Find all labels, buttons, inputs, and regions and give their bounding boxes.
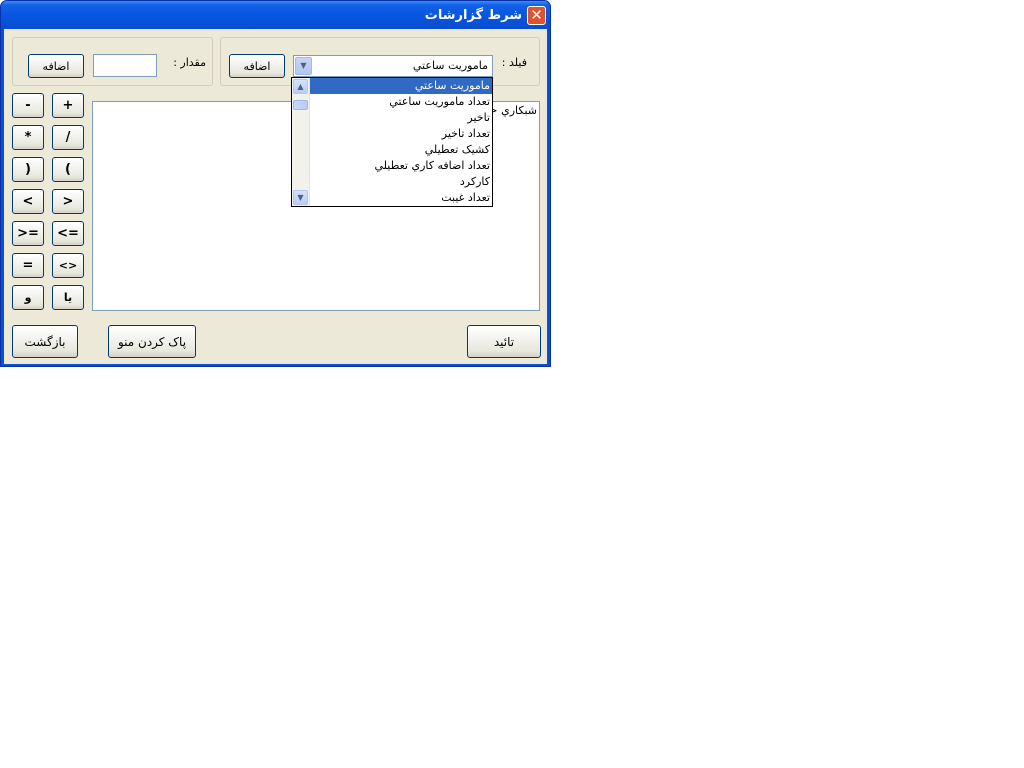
confirm-button[interactable]: تائيد bbox=[467, 325, 541, 358]
dropdown-scrollbar[interactable]: ▲ ▼ bbox=[292, 78, 310, 206]
dropdown-item[interactable]: تعداد غيبت bbox=[310, 190, 492, 206]
scroll-thumb[interactable] bbox=[293, 100, 308, 110]
field-combo-value: ماموريت ساعتي bbox=[412, 59, 488, 72]
equal-button[interactable]: = bbox=[12, 253, 44, 278]
multiply-button[interactable]: * bbox=[12, 125, 44, 150]
less-equal-button[interactable]: <= bbox=[52, 221, 84, 246]
field-combobox[interactable]: ماموريت ساعتي ▼ bbox=[293, 55, 493, 77]
minus-button[interactable]: - bbox=[12, 93, 44, 118]
less-than-button[interactable]: < bbox=[12, 189, 44, 214]
not-equal-button[interactable]: <> bbox=[52, 253, 84, 278]
value-add-button[interactable]: اضافه bbox=[28, 54, 84, 78]
dropdown-item[interactable]: تعداد ماموريت ساعتي bbox=[310, 94, 492, 110]
dropdown-item[interactable]: تعداد اضافه کاري تعطيلي bbox=[310, 158, 492, 174]
field-label: فيلد : bbox=[501, 56, 527, 69]
back-button[interactable]: بازگشت bbox=[12, 325, 78, 358]
greater-than-button[interactable]: > bbox=[52, 189, 84, 214]
value-input[interactable] bbox=[93, 54, 157, 77]
close-icon[interactable]: ✕ bbox=[527, 6, 546, 25]
title-bar[interactable]: شرط گزارشات ✕ bbox=[1, 1, 550, 29]
scroll-up-icon[interactable]: ▲ bbox=[293, 79, 308, 94]
chevron-down-icon[interactable]: ▼ bbox=[295, 57, 312, 75]
dropdown-item[interactable]: تاخير bbox=[310, 110, 492, 126]
divide-button[interactable]: / bbox=[52, 125, 84, 150]
greater-equal-button[interactable]: >= bbox=[12, 221, 44, 246]
clear-menu-button[interactable]: پاک کردن منو bbox=[108, 325, 196, 358]
field-add-button[interactable]: اضافه bbox=[229, 54, 285, 78]
plus-button[interactable]: + bbox=[52, 93, 84, 118]
field-dropdown-list[interactable]: ▲ ▼ ماموريت ساعتي تعداد ماموريت ساعتي تا… bbox=[291, 77, 493, 207]
dropdown-item[interactable]: ماموريت ساعتي bbox=[310, 78, 492, 94]
scroll-down-icon[interactable]: ▼ bbox=[293, 190, 308, 205]
open-paren-button[interactable]: ( bbox=[52, 157, 84, 182]
dropdown-item[interactable]: تعداد تاخير bbox=[310, 126, 492, 142]
dropdown-item[interactable]: کشيک تعطيلي bbox=[310, 142, 492, 158]
dropdown-item[interactable]: کارکرد bbox=[310, 174, 492, 190]
value-group: مقدار : اضافه bbox=[12, 37, 213, 86]
dropdown-items: ماموريت ساعتي تعداد ماموريت ساعتي تاخير … bbox=[292, 78, 492, 206]
value-label: مقدار : bbox=[173, 56, 206, 69]
window-title: شرط گزارشات bbox=[424, 8, 522, 23]
close-paren-button[interactable]: ) bbox=[12, 157, 44, 182]
and-button[interactable]: و bbox=[12, 285, 44, 310]
or-button[interactable]: يا bbox=[52, 285, 84, 310]
condition-text: شبکاري < bbox=[488, 104, 537, 117]
